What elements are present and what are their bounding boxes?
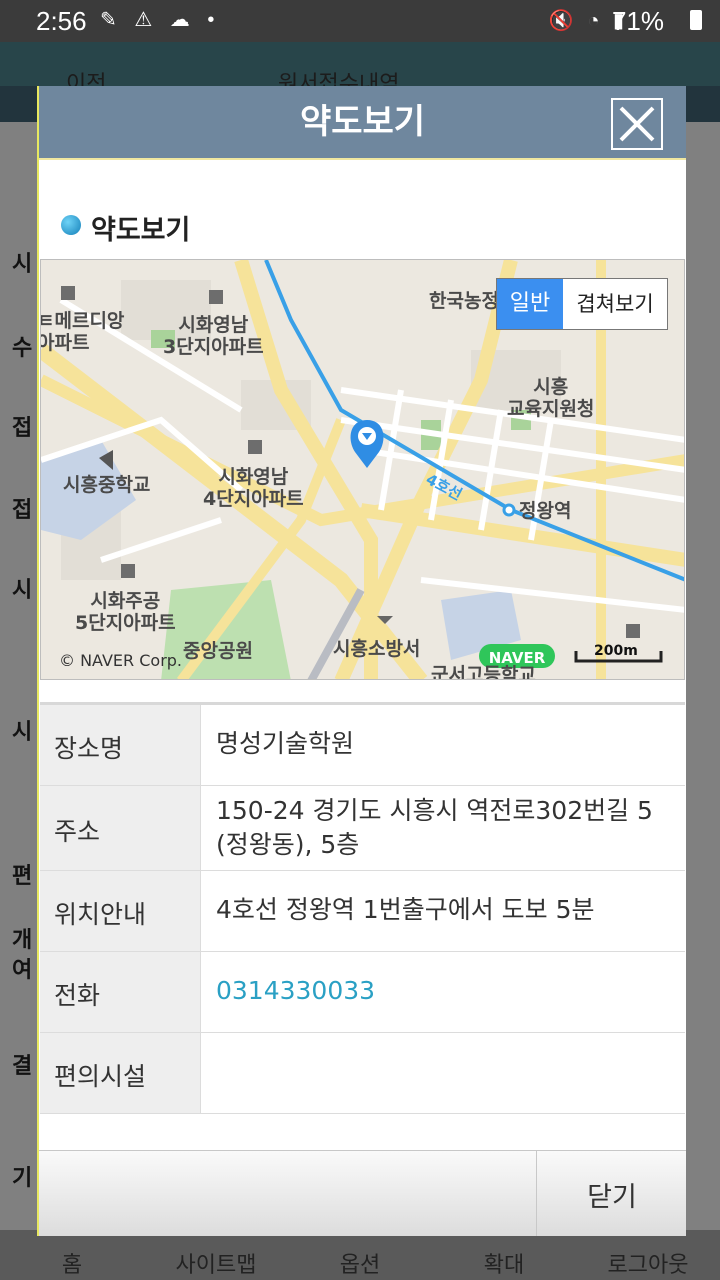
- close-button-label: 닫기: [587, 1182, 637, 1213]
- table-row: 장소명 명성기술학원: [40, 705, 685, 786]
- row-label-cell: 위치안내: [40, 871, 201, 951]
- map-label-fire: 시흥소방서: [333, 638, 421, 660]
- row-label: 장소명: [54, 734, 124, 763]
- notification-icons: ✎ ⚠ ☁ •: [100, 9, 221, 31]
- map-type-normal-button[interactable]: 일반: [497, 279, 563, 329]
- map-scale: 200m: [594, 643, 638, 659]
- row-label-cell: 전화: [40, 952, 201, 1032]
- nav-options[interactable]: 옵션: [288, 1247, 432, 1279]
- map-label-siheung-edu: 시흥 교육지원청: [507, 376, 595, 420]
- close-button[interactable]: 닫기: [536, 1151, 686, 1236]
- map-label-sihwa4: 시화영남 4단지아파트: [203, 466, 304, 510]
- status-bar: 2:56 ✎ ⚠ ☁ • 🔇 ◔ ▮ 71%: [0, 0, 720, 42]
- battery-level: 71%: [611, 6, 664, 36]
- table-row: 주소 150-24 경기도 시흥시 역전로302번길 5 (정왕동), 5층: [40, 786, 685, 871]
- row-label-cell: 주소: [40, 786, 201, 870]
- row-label: 전화: [54, 981, 101, 1010]
- address-value: 150-24 경기도 시흥시 역전로302번길 5 (정왕동), 5층: [216, 796, 653, 859]
- map-label-jeongwang: 정왕역: [519, 500, 572, 522]
- table-row: 전화 0314330033: [40, 952, 685, 1033]
- map-label-sihwa3: 시화영남 3단지아파트: [163, 314, 264, 358]
- row-label: 위치안내: [54, 900, 147, 929]
- bullet-icon: [61, 215, 81, 235]
- map-type-overlay-button[interactable]: 겹쳐보기: [563, 279, 667, 329]
- map-copyright: © NAVER Corp.: [59, 651, 183, 670]
- nav-sitemap[interactable]: 사이트맵: [144, 1247, 288, 1279]
- place-info-table: 장소명 명성기술학원 주소 150-24 경기도 시흥시 역전로302번길 5 …: [40, 702, 685, 1114]
- nav-zoom[interactable]: 확대: [432, 1247, 576, 1279]
- naver-logo: NAVER: [488, 649, 546, 667]
- row-label-cell: 장소명: [40, 705, 201, 785]
- table-row: 편의시설: [40, 1033, 685, 1114]
- nav-logout[interactable]: 로그아웃: [576, 1247, 720, 1279]
- section-title: 약도보기: [91, 215, 191, 246]
- dialog-footer: 닫기: [39, 1150, 686, 1236]
- dialog-title: 약도보기: [299, 102, 426, 142]
- location-map[interactable]: 한국농정 ㅌ메르디앙 아파트 시화영남 3단지아파트 시흥 교육지원청 시흥중학…: [40, 259, 685, 680]
- place-name-value: 명성기술학원: [216, 729, 355, 758]
- map-type-toggle: 일반 겹쳐보기: [496, 278, 668, 330]
- row-label: 편의시설: [54, 1062, 147, 1091]
- map-label-park: 중앙공원: [183, 640, 253, 662]
- row-label: 주소: [54, 817, 101, 846]
- header-divider: [39, 158, 686, 160]
- row-label-cell: 편의시설: [40, 1033, 201, 1113]
- directions-value: 4호선 정왕역 1번출구에서 도보 5분: [216, 895, 595, 924]
- nav-home[interactable]: 홈: [0, 1247, 144, 1279]
- phone-link[interactable]: 0314330033: [216, 974, 675, 1008]
- map-label-sihwa5: 시화주공 5단지아파트: [75, 590, 176, 634]
- map-label-siheung-ms: 시흥중학교: [63, 474, 151, 496]
- map-dialog: 약도보기 약도보기 한국농정 ㅌ메르디앙 아파트 시화영남 3단지아파트 시흥 …: [37, 86, 686, 1236]
- table-row: 위치안내 4호선 정왕역 1번출구에서 도보 5분: [40, 871, 685, 952]
- dialog-header: 약도보기: [39, 86, 686, 158]
- battery-icon: [690, 10, 702, 30]
- map-label-korea-agri: 한국농정: [429, 290, 499, 312]
- status-time: 2:56: [36, 6, 87, 36]
- close-icon[interactable]: [611, 98, 663, 150]
- map-label-emerdiang: ㅌ메르디앙 아파트: [40, 310, 125, 354]
